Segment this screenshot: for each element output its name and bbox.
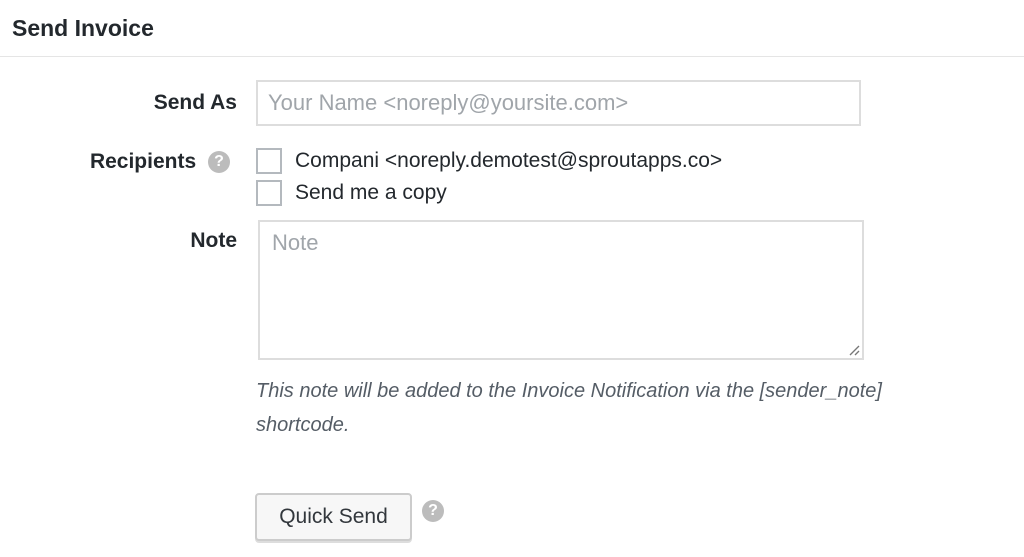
resize-handle-icon[interactable] — [848, 344, 860, 356]
send-copy-checkbox[interactable] — [256, 180, 282, 206]
send-as-input[interactable] — [256, 80, 861, 126]
quick-send-button[interactable]: Quick Send — [255, 493, 412, 541]
panel-title: Send Invoice — [12, 15, 154, 41]
note-description: This note will be added to the Invoice N… — [256, 380, 882, 436]
send-invoice-panel: Send Invoice Send As Recipients ? Compan… — [0, 0, 1024, 557]
send-copy-label: Send me a copy — [295, 181, 447, 204]
recipient-checkbox[interactable] — [256, 148, 282, 174]
send-as-label: Send As — [153, 91, 237, 114]
note-textarea[interactable] — [258, 220, 864, 360]
question-circle-icon[interactable]: ? — [422, 500, 444, 522]
recipient-option-label: Compani <noreply.demotest@sproutapps.co> — [295, 149, 723, 172]
recipients-label: Recipients — [89, 150, 197, 173]
panel-header: Send Invoice — [0, 0, 1024, 57]
recipients-label-row: Recipients ? — [60, 149, 230, 175]
note-label: Note — [190, 229, 237, 252]
send-copy-option-row[interactable]: Send me a copy — [256, 180, 447, 206]
recipient-option-row[interactable]: Compani <noreply.demotest@sproutapps.co> — [256, 148, 722, 174]
question-circle-icon[interactable]: ? — [208, 151, 230, 174]
